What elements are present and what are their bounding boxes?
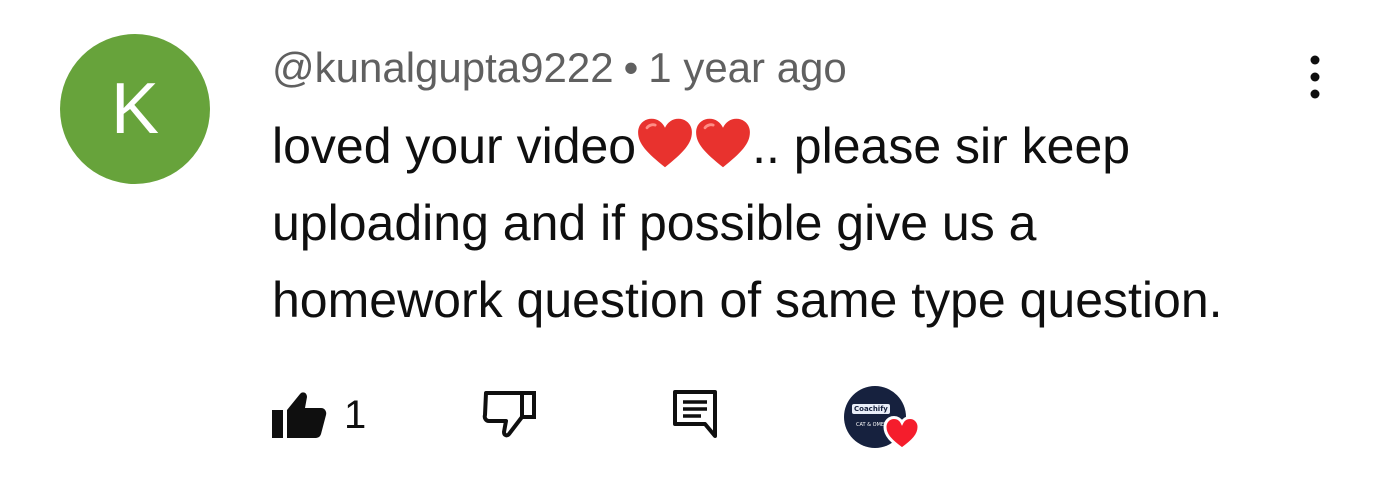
author-handle[interactable]: @kunalgupta9222 — [272, 44, 614, 91]
like-button[interactable] — [270, 390, 328, 440]
author-avatar[interactable]: K — [60, 34, 210, 184]
comment-line-1: loved your video .. please sir keep — [272, 108, 1272, 185]
comment-text: loved your video .. please sir keep uploa… — [272, 108, 1272, 339]
comment-text-part: loved your video — [272, 118, 637, 174]
like-count: 1 — [344, 393, 367, 437]
reply-button[interactable] — [671, 388, 719, 440]
comment-actions: 1 Coachify CAT & OMET — [0, 384, 1384, 451]
separator-dot: • — [623, 44, 639, 91]
heart-emoji-icon — [696, 118, 751, 168]
thumbs-down-outline-icon — [482, 391, 536, 438]
dislike-button[interactable] — [481, 390, 539, 440]
heart-icon — [883, 415, 921, 451]
reply-comment-icon — [673, 390, 717, 438]
creator-brand-text: Coachify — [852, 404, 890, 414]
comment-card: K @kunalgupta9222 • 1 year ago loved your … — [0, 0, 1384, 500]
thumbs-up-filled-icon — [272, 392, 327, 438]
comment-line-3: homework question of same type question. — [272, 272, 1223, 328]
creator-heart-badge[interactable]: Coachify CAT & OMET — [838, 384, 924, 454]
more-options-button[interactable] — [1290, 52, 1340, 102]
comment-header: @kunalgupta9222 • 1 year ago — [272, 42, 847, 94]
comment-timestamp[interactable]: 1 year ago — [648, 44, 846, 91]
heart-emoji-icon — [638, 118, 693, 168]
comment-text-part: .. please sir keep — [752, 118, 1131, 174]
avatar-initial: K — [110, 69, 160, 149]
comment-line-2: uploading and if possible give us a — [272, 195, 1037, 251]
more-vertical-icon — [1310, 55, 1320, 99]
